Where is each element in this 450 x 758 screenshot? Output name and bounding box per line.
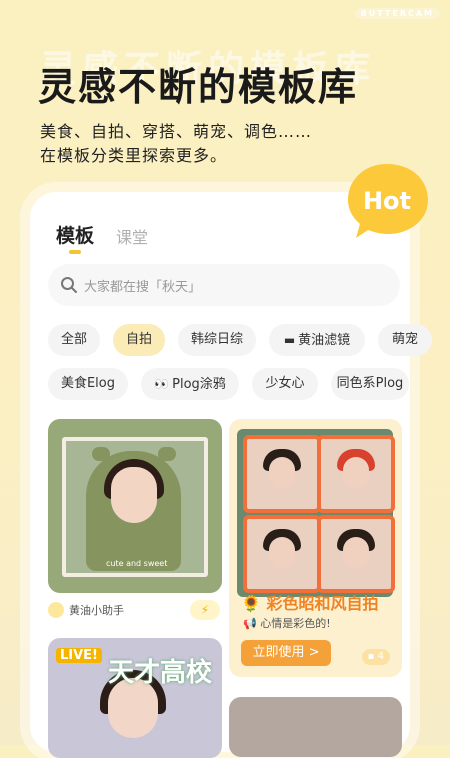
template-subtitle-text: 心情是彩色的! <box>260 617 331 630</box>
template-headline: 天才高校 <box>107 658 212 688</box>
search-placeholder: 大家都在搜「秋天」 <box>84 280 202 295</box>
template-photo <box>237 429 395 597</box>
chip-label: 美食Elog <box>60 376 116 391</box>
template-subtitle: 📢 心情是彩色的! <box>243 615 331 631</box>
chip-label: 萌宠 <box>392 332 419 347</box>
template-title-text: 彩色昭和风自拍 <box>266 594 379 613</box>
live-badge: LIVE! <box>56 648 102 663</box>
chip-label: 全部 <box>60 332 87 347</box>
chip-label: 少女心 <box>265 376 305 391</box>
comment-count-value: 4 <box>377 651 384 662</box>
chip-selfie[interactable]: 自拍 <box>113 324 165 356</box>
comment-icon: ▪ <box>367 651 375 662</box>
chip-pets[interactable]: 萌宠 <box>378 324 432 356</box>
comment-count[interactable]: ▪ 4 <box>361 649 390 665</box>
lightning-icon[interactable]: ⚡ <box>190 600 220 620</box>
tab-templates[interactable]: 模板 <box>56 221 94 248</box>
chip-label: 同色系Plog <box>336 376 404 391</box>
use-now-button[interactable]: 立即使用 > <box>241 640 331 666</box>
brand-label: BUTTERCAM <box>354 8 440 19</box>
chip-all[interactable]: 全部 <box>48 324 100 356</box>
template-author[interactable]: 黄油小助手 <box>48 602 124 618</box>
template-photo: cute and sweet <box>62 437 208 577</box>
avatar <box>48 602 64 618</box>
template-card-2[interactable]: 🌻 彩色昭和风自拍 📢 心情是彩色的! 立即使用 > ▪ 4 <box>229 419 402 677</box>
template-card-3[interactable]: LIVE! 天才高校 <box>48 638 222 758</box>
chip-plog-doodle[interactable]: 👀 Plog涂鸦 <box>141 368 239 400</box>
search-icon <box>61 277 77 293</box>
template-card-4[interactable] <box>229 697 402 757</box>
megaphone-icon: 📢 <box>243 617 257 630</box>
search-input[interactable]: 大家都在搜「秋天」 <box>48 264 400 306</box>
chip-variety-show[interactable]: 韩综日综 <box>178 324 256 356</box>
chip-food-elog[interactable]: 美食Elog <box>48 368 128 400</box>
template-title: 🌻 彩色昭和风自拍 <box>241 590 379 614</box>
template-card-1[interactable]: cute and sweet <box>48 419 222 593</box>
subtitle-line-2: 在模板分类里探索更多。 <box>40 146 228 165</box>
subtitle-line-1: 美食、自拍、穿搭、萌宠、调色…… <box>40 122 313 141</box>
butter-icon: ▬ <box>283 333 296 347</box>
sunflower-icon: 🌻 <box>241 594 261 613</box>
chip-butter-filter[interactable]: ▬ 黄油滤镜 <box>269 324 365 356</box>
author-name: 黄油小助手 <box>69 604 124 617</box>
chip-label: 自拍 <box>125 332 152 347</box>
page-headline: 灵感不断的模板库 <box>38 65 359 109</box>
chip-label: Plog涂鸦 <box>172 377 226 392</box>
hot-badge: Hot <box>362 187 412 215</box>
chip-label: 韩综日综 <box>190 332 243 347</box>
photo-caption: cute and sweet <box>106 559 168 568</box>
chip-same-color-plog[interactable]: 同色系Plog <box>331 368 409 400</box>
chip-girly[interactable]: 少女心 <box>252 368 318 400</box>
tab-classroom[interactable]: 课堂 <box>116 224 148 248</box>
eyes-icon: 👀 <box>154 377 170 391</box>
chip-label: 黄油滤镜 <box>298 333 351 348</box>
tab-indicator <box>69 250 81 254</box>
